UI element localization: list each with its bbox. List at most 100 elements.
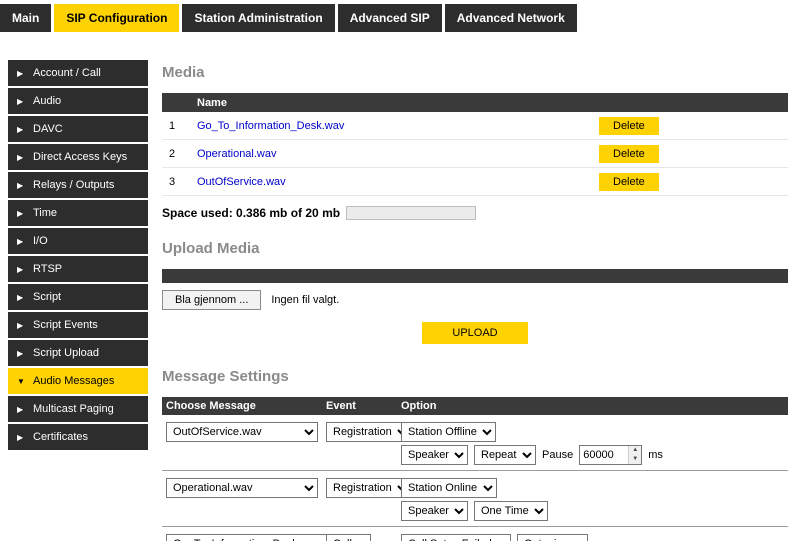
message-row: OutOfService.wav Registration Station Of… (162, 415, 788, 471)
space-used-row: Space used: 0.386 mb of 20 mb (162, 206, 788, 220)
sidebar: ▶ Account / Call ▶ Audio ▶ DAVC ▶ Direct… (8, 60, 148, 541)
row-index: 3 (162, 176, 197, 188)
sidebar-item-label: Time (33, 207, 57, 219)
sidebar-item-label: Audio (33, 95, 61, 107)
no-file-label: Ingen fil valgt. (271, 294, 339, 306)
speaker-select[interactable]: Speaker (401, 501, 468, 521)
row-index: 2 (162, 148, 197, 160)
spin-up-icon[interactable]: ▲ (629, 446, 641, 455)
top-tab-bar: Main SIP Configuration Station Administr… (0, 0, 800, 32)
media-table: Name 1 Go_To_Information_Desk.wav Delete… (162, 93, 788, 196)
media-file-link[interactable]: Operational.wav (197, 148, 599, 160)
tab-station-administration[interactable]: Station Administration (182, 4, 334, 32)
message-settings-heading: Message Settings (162, 368, 788, 385)
sidebar-item-rtsp[interactable]: ▶ RTSP (8, 256, 148, 282)
pause-input[interactable] (580, 446, 628, 464)
media-table-header: Name (162, 93, 788, 112)
table-row: 2 Operational.wav Delete (162, 140, 788, 168)
message-select[interactable]: Go_To_Information_Desk.wav (166, 534, 340, 541)
message-select[interactable]: Operational.wav (166, 478, 318, 498)
ms-unit-label: ms (648, 449, 663, 461)
sidebar-item-time[interactable]: ▶ Time (8, 200, 148, 226)
mode-select[interactable]: Repeat (474, 445, 536, 465)
sidebar-item-direct-access-keys[interactable]: ▶ Direct Access Keys (8, 144, 148, 170)
spin-down-icon[interactable]: ▼ (629, 455, 641, 464)
chevron-right-icon: ▶ (17, 293, 25, 302)
sidebar-item-script[interactable]: ▶ Script (8, 284, 148, 310)
event-select[interactable]: Call (326, 534, 371, 541)
table-row: 1 Go_To_Information_Desk.wav Delete (162, 112, 788, 140)
pause-stepper: ▲ ▼ (579, 445, 642, 465)
message-select[interactable]: OutOfService.wav (166, 422, 318, 442)
sidebar-item-label: RTSP (33, 263, 62, 275)
delete-button[interactable]: Delete (599, 173, 659, 191)
option-select[interactable]: Call Setup Failed (401, 534, 511, 541)
upload-media-heading: Upload Media (162, 240, 788, 257)
delete-button[interactable]: Delete (599, 145, 659, 163)
chevron-right-icon: ▶ (17, 349, 25, 358)
chevron-right-icon: ▶ (17, 237, 25, 246)
event-select[interactable]: Registration (326, 422, 411, 442)
chevron-right-icon: ▶ (17, 97, 25, 106)
table-row: 3 OutOfService.wav Delete (162, 168, 788, 196)
sidebar-item-multicast-paging[interactable]: ▶ Multicast Paging (8, 396, 148, 422)
choose-message-column-header: Choose Message (162, 400, 326, 412)
sidebar-item-label: I/O (33, 235, 48, 247)
tab-advanced-network[interactable]: Advanced Network (445, 4, 577, 32)
chevron-right-icon: ▶ (17, 181, 25, 190)
message-row: Operational.wav Registration Station Onl… (162, 471, 788, 527)
sidebar-item-label: Certificates (33, 431, 88, 443)
speaker-select[interactable]: Speaker (401, 445, 468, 465)
sidebar-item-account-call[interactable]: ▶ Account / Call (8, 60, 148, 86)
upload-button[interactable]: UPLOAD (422, 322, 527, 344)
delete-button[interactable]: Delete (599, 117, 659, 135)
chevron-right-icon: ▶ (17, 321, 25, 330)
direction-select[interactable]: Outgoing (517, 534, 588, 541)
option-select[interactable]: Station Offline (401, 422, 496, 442)
browse-button[interactable]: Bla gjennom ... (162, 290, 261, 310)
name-column-header: Name (197, 97, 227, 109)
chevron-right-icon: ▶ (17, 125, 25, 134)
sidebar-item-audio[interactable]: ▶ Audio (8, 88, 148, 114)
chevron-down-icon: ▼ (17, 377, 25, 386)
sidebar-item-label: Relays / Outputs (33, 179, 114, 191)
tab-main[interactable]: Main (0, 4, 51, 32)
option-select[interactable]: Station Online (401, 478, 497, 498)
sidebar-item-label: Account / Call (33, 67, 101, 79)
pause-label: Pause (542, 449, 573, 461)
row-index: 1 (162, 120, 197, 132)
chevron-right-icon: ▶ (17, 405, 25, 414)
tab-sip-configuration[interactable]: SIP Configuration (54, 4, 179, 32)
media-heading: Media (162, 64, 788, 81)
main-layout: ▶ Account / Call ▶ Audio ▶ DAVC ▶ Direct… (0, 60, 800, 541)
chevron-right-icon: ▶ (17, 433, 25, 442)
sidebar-item-label: Script (33, 291, 61, 303)
sidebar-item-label: Direct Access Keys (33, 151, 127, 163)
space-used-label: Space used: 0.386 mb of 20 mb (162, 206, 340, 220)
sidebar-item-io[interactable]: ▶ I/O (8, 228, 148, 254)
media-file-link[interactable]: OutOfService.wav (197, 176, 599, 188)
space-used-progress-bar (346, 206, 476, 220)
sidebar-item-label: Multicast Paging (33, 403, 114, 415)
sidebar-item-davc[interactable]: ▶ DAVC (8, 116, 148, 142)
sidebar-item-label: Script Upload (33, 347, 99, 359)
mode-select[interactable]: One Time (474, 501, 548, 521)
sidebar-item-relays-outputs[interactable]: ▶ Relays / Outputs (8, 172, 148, 198)
upload-table-header (162, 269, 788, 283)
content-area: Media Name 1 Go_To_Information_Desk.wav … (148, 60, 800, 541)
message-settings-header: Choose Message Event Option (162, 397, 788, 415)
sidebar-item-label: DAVC (33, 123, 63, 135)
sidebar-item-label: Audio Messages (33, 375, 114, 387)
sidebar-item-script-upload[interactable]: ▶ Script Upload (8, 340, 148, 366)
chevron-right-icon: ▶ (17, 209, 25, 218)
sidebar-item-audio-messages[interactable]: ▼ Audio Messages (8, 368, 148, 394)
sidebar-item-certificates[interactable]: ▶ Certificates (8, 424, 148, 450)
tab-advanced-sip[interactable]: Advanced SIP (338, 4, 442, 32)
event-select[interactable]: Registration (326, 478, 411, 498)
option-column-header: Option (401, 400, 788, 412)
sidebar-item-script-events[interactable]: ▶ Script Events (8, 312, 148, 338)
media-file-link[interactable]: Go_To_Information_Desk.wav (197, 120, 599, 132)
file-picker-row: Bla gjennom ... Ingen fil valgt. (162, 290, 788, 310)
message-row: Go_To_Information_Desk.wav Call Call Set… (162, 527, 788, 541)
chevron-right-icon: ▶ (17, 265, 25, 274)
